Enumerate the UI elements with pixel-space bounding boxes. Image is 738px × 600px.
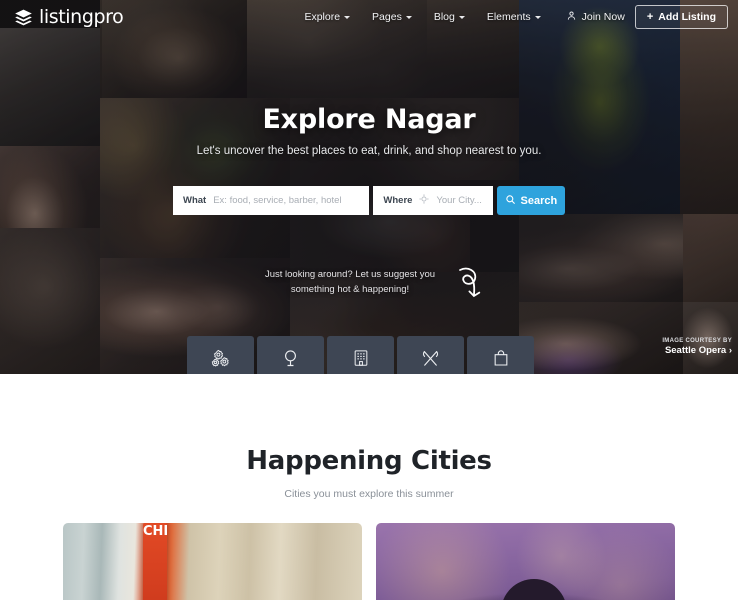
suggestion-line-1: Just looking around? Let us suggest you bbox=[264, 269, 436, 280]
category-tiles: Automotive Beauty & Spa bbox=[187, 336, 534, 374]
category-hotels[interactable]: Hotels bbox=[327, 336, 394, 374]
chicago-marquee-sign: CHI bbox=[143, 523, 169, 600]
chicago-sign-text: CHI bbox=[143, 524, 169, 539]
add-listing-button[interactable]: + Add Listing bbox=[634, 5, 728, 29]
category-shopping[interactable]: Shopping bbox=[467, 336, 534, 374]
join-now-link[interactable]: Join Now bbox=[552, 10, 635, 24]
mirror-icon bbox=[280, 348, 301, 368]
where-field-wrapper[interactable]: Where bbox=[373, 186, 493, 215]
shopping-bag-icon bbox=[491, 348, 511, 368]
search-what-input[interactable] bbox=[213, 195, 360, 206]
plus-icon: + bbox=[646, 10, 654, 23]
nav-label: Elements bbox=[486, 11, 531, 23]
search-button-label: Search bbox=[520, 194, 558, 207]
hero-section: listingpro Explore Pages Blog Elements J… bbox=[0, 0, 738, 374]
category-automotive[interactable]: Automotive bbox=[187, 336, 254, 374]
search-where-input[interactable] bbox=[436, 195, 483, 206]
curved-arrow-icon bbox=[452, 264, 488, 304]
chevron-down-icon bbox=[458, 16, 465, 19]
search-button[interactable]: Search bbox=[496, 186, 566, 215]
nav-label: Explore bbox=[304, 11, 341, 23]
suggestion-text: Just looking around? Let us suggest you … bbox=[245, 268, 455, 297]
crosshair-location-icon[interactable] bbox=[419, 194, 430, 207]
page-root: listingpro Explore Pages Blog Elements J… bbox=[0, 0, 738, 600]
happening-cities-section: Happening Cities Cities you must explore… bbox=[0, 374, 738, 500]
main-nav: Explore Pages Blog Elements Join Now + A… bbox=[293, 5, 728, 29]
what-label: What bbox=[183, 195, 207, 206]
layers-icon bbox=[14, 8, 33, 27]
nav-item-explore[interactable]: Explore bbox=[293, 11, 361, 23]
suggestion-line-2: something hot & happening! bbox=[290, 283, 410, 295]
section-subtitle: Cities you must explore this summer bbox=[284, 488, 454, 500]
building-icon bbox=[351, 348, 371, 368]
city-card-grid: CHI bbox=[63, 523, 675, 600]
los-angeles-city-card[interactable] bbox=[376, 523, 675, 600]
image-courtesy[interactable]: IMAGE COURTESY BY Seattle Opera › bbox=[662, 338, 732, 356]
brand-name: listingpro bbox=[39, 6, 124, 28]
courtesy-prefix: IMAGE COURTESY BY bbox=[662, 338, 732, 344]
nav-label: Pages bbox=[372, 11, 402, 23]
category-restaurant[interactable]: Restaurant bbox=[397, 336, 464, 374]
chicago-city-card[interactable]: CHI bbox=[63, 523, 362, 600]
nav-item-pages[interactable]: Pages bbox=[361, 11, 423, 23]
chevron-down-icon bbox=[534, 16, 541, 19]
observatory-main-dome bbox=[501, 579, 567, 600]
hero-copy: Explore Nagar Let's uncover the best pla… bbox=[0, 104, 738, 157]
courtesy-name: Seattle Opera › bbox=[664, 345, 732, 356]
section-title: Happening Cities bbox=[246, 446, 492, 476]
brand-logo[interactable]: listingpro bbox=[14, 6, 124, 28]
site-header: listingpro Explore Pages Blog Elements J… bbox=[0, 0, 738, 34]
nav-item-blog[interactable]: Blog bbox=[423, 11, 476, 23]
chevron-down-icon bbox=[344, 16, 351, 19]
category-beauty-spa[interactable]: Beauty & Spa bbox=[257, 336, 324, 374]
chevron-right-icon: › bbox=[726, 345, 732, 356]
where-label: Where bbox=[383, 195, 413, 206]
search-icon bbox=[505, 194, 516, 208]
gears-icon bbox=[210, 348, 231, 368]
page-title: Explore Nagar bbox=[262, 104, 476, 135]
search-bar: What Where Search bbox=[173, 186, 566, 215]
nav-item-elements[interactable]: Elements bbox=[476, 11, 552, 23]
chevron-down-icon bbox=[405, 16, 412, 19]
nav-label: Blog bbox=[433, 11, 455, 23]
fork-knife-icon bbox=[420, 348, 441, 368]
what-field-wrapper[interactable]: What bbox=[173, 186, 370, 215]
user-icon bbox=[566, 10, 577, 24]
hero-subtitle: Let's uncover the best places to eat, dr… bbox=[196, 145, 542, 157]
add-listing-label: Add Listing bbox=[658, 11, 716, 23]
join-now-label: Join Now bbox=[581, 11, 625, 23]
